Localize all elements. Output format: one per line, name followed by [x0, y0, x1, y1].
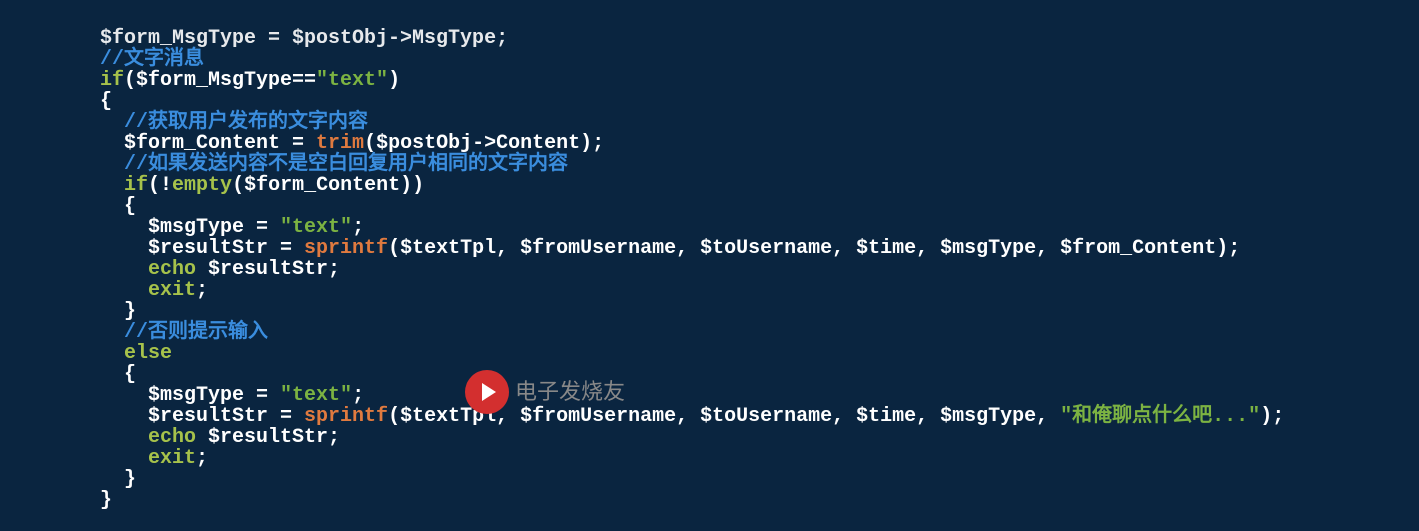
code-line: //如果发送内容不是空白回复用户相同的文字内容	[0, 154, 1419, 175]
code-token: ($postObj->Content);	[364, 132, 604, 155]
code-token: if	[100, 69, 124, 92]
code-token: exit	[148, 447, 196, 470]
code-token: echo	[148, 258, 196, 281]
code-token: $msgType =	[148, 384, 280, 407]
code-line: {	[0, 196, 1419, 217]
code-token: if	[124, 174, 148, 197]
code-token: ($textTpl, $fromUsername, $toUsername, $…	[388, 237, 1240, 260]
code-token: "text"	[280, 384, 352, 407]
code-token: else	[124, 342, 172, 365]
code-line: //否则提示输入	[0, 322, 1419, 343]
code-line: if(!empty($form_Content))	[0, 175, 1419, 196]
code-token: {	[100, 90, 112, 113]
code-token: "text"	[280, 216, 352, 239]
code-line: $msgType = "text";	[0, 217, 1419, 238]
code-line: $form_MsgType = $postObj->MsgType;	[0, 28, 1419, 49]
code-token: exit	[148, 279, 196, 302]
code-line: {	[0, 91, 1419, 112]
code-token: echo	[148, 426, 196, 449]
code-token: ;	[196, 279, 208, 302]
code-line: exit;	[0, 448, 1419, 469]
code-token: }	[100, 489, 112, 512]
code-token: //如果发送内容不是空白回复用户相同的文字内容	[124, 153, 568, 176]
code-token: "和俺聊点什么吧..."	[1060, 405, 1260, 428]
code-line: $resultStr = sprintf($textTpl, $fromUser…	[0, 406, 1419, 427]
code-token: //否则提示输入	[124, 321, 268, 344]
code-token: $form_Content =	[124, 132, 316, 155]
code-token: $resultStr;	[196, 426, 340, 449]
code-line: {	[0, 364, 1419, 385]
code-token: }	[124, 300, 136, 323]
code-line: //文字消息	[0, 49, 1419, 70]
code-token: //获取用户发布的文字内容	[124, 111, 368, 134]
code-token: }	[124, 468, 136, 491]
code-token: trim	[316, 132, 364, 155]
code-token: )	[388, 69, 400, 92]
code-token: $resultStr;	[196, 258, 340, 281]
code-token: $form_MsgType = $postObj->MsgType;	[100, 27, 508, 50]
code-line: $msgType = "text";	[0, 385, 1419, 406]
code-line: exit;	[0, 280, 1419, 301]
code-token: sprintf	[304, 237, 388, 260]
code-token: ($textTpl, $fromUsername, $toUsername, $…	[388, 405, 1060, 428]
code-token: ;	[352, 216, 364, 239]
code-token: ($form_MsgType==	[124, 69, 316, 92]
code-token: $resultStr =	[148, 405, 304, 428]
code-container: 电子发烧友 $form_MsgType = $postObj->MsgType;…	[0, 0, 1419, 531]
code-line: else	[0, 343, 1419, 364]
code-token: (!	[148, 174, 172, 197]
code-token: );	[1260, 405, 1284, 428]
code-token: sprintf	[304, 405, 388, 428]
code-token: ($form_Content))	[232, 174, 424, 197]
code-line: $form_Content = trim($postObj->Content);	[0, 133, 1419, 154]
code-token: ;	[196, 447, 208, 470]
code-token: //文字消息	[100, 48, 204, 71]
code-line: //获取用户发布的文字内容	[0, 112, 1419, 133]
code-token: {	[124, 363, 136, 386]
code-line: if($form_MsgType=="text")	[0, 70, 1419, 91]
code-token: {	[124, 195, 136, 218]
code-line: }	[0, 490, 1419, 511]
code-token: "text"	[316, 69, 388, 92]
code-token: $msgType =	[148, 216, 280, 239]
code-token: ;	[352, 384, 364, 407]
code-token: empty	[172, 174, 232, 197]
code-line: echo $resultStr;	[0, 259, 1419, 280]
code-line: }	[0, 301, 1419, 322]
code-token: $resultStr =	[148, 237, 304, 260]
code-line: echo $resultStr;	[0, 427, 1419, 448]
code-line: $resultStr = sprintf($textTpl, $fromUser…	[0, 238, 1419, 259]
code-line: }	[0, 469, 1419, 490]
